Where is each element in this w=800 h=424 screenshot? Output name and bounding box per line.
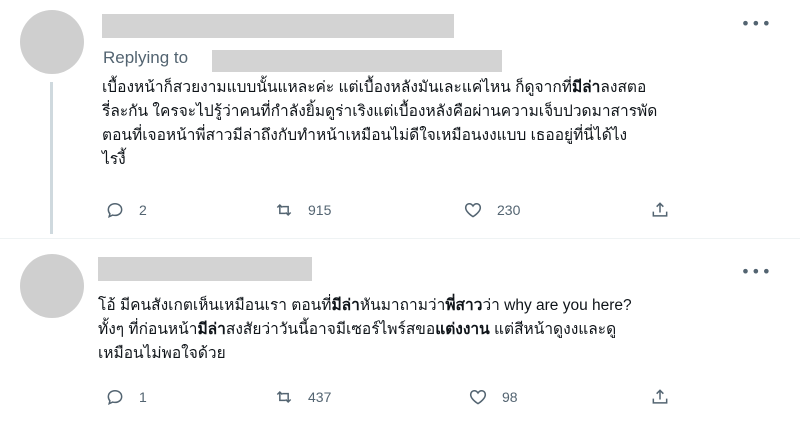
tweet[interactable]: ••• โอ้ มีคนสังเกตเห็นเหมือนเรา ตอนที่มี… [0,240,800,424]
like-button[interactable]: 98 [468,387,518,407]
heart-icon [469,389,487,405]
reply-count: 2 [139,202,147,218]
redacted-username [102,14,454,38]
divider [0,238,800,239]
share-button[interactable] [650,200,670,220]
share-icon [652,202,668,217]
tweet-text: โอ้ มีคนสังเกตเห็นเหมือนเรา ตอนที่มีล่าห… [98,294,758,366]
tweet-actions: 2 915 230 [0,200,800,224]
bold-text-segment: แต่งงาน [435,321,490,338]
retweet-count: 437 [308,389,332,405]
bold-text-segment: พี่สาว [445,297,483,314]
text-segment: เบื้องหน้าก็สวยงามแบบนั้นแหละค่ะ แต่เบื้… [102,79,572,96]
retweet-icon [276,390,292,404]
heart-icon [464,202,482,218]
like-count: 98 [502,389,518,405]
like-count: 230 [497,202,521,218]
reply-button[interactable]: 2 [105,200,147,220]
share-button[interactable] [650,387,670,407]
redacted-username [98,257,312,281]
more-icon[interactable]: ••• [741,16,772,32]
bold-text-segment: มีล่า [571,79,601,96]
retweet-button[interactable]: 915 [274,200,331,220]
bold-text-segment: มีล่า [331,297,360,314]
more-icon[interactable]: ••• [741,264,772,280]
like-button[interactable]: 230 [463,200,520,220]
reply-button[interactable]: 1 [105,387,147,407]
reply-icon [107,202,123,219]
text-segment: หันมาถามว่า [359,297,446,314]
bold-text-segment: มีล่า [197,321,226,338]
text-segment: โอ้ มีคนสังเกตเห็นเหมือนเรา ตอนที่ [98,297,332,314]
tweet-actions: 1 437 98 [0,387,800,411]
tweet-text: เบื้องหน้าก็สวยงามแบบนั้นแหละค่ะ แต่เบื้… [102,76,762,172]
tweet[interactable]: ••• Replying to เบื้องหน้าก็สวยงามแบบนั้… [0,0,800,240]
retweet-count: 915 [308,202,332,218]
avatar[interactable] [20,254,84,318]
retweet-button[interactable]: 437 [274,387,331,407]
text-segment: สงสัยว่าวันนี้อาจมีเซอร์ไพร์สขอ [225,321,436,338]
redacted-reply-handle[interactable] [212,50,502,72]
avatar[interactable] [20,10,84,74]
reply-count: 1 [139,389,147,405]
replying-to-label: Replying to [103,48,189,67]
share-icon [652,389,668,404]
reply-icon [107,389,123,406]
retweet-icon [276,203,292,217]
